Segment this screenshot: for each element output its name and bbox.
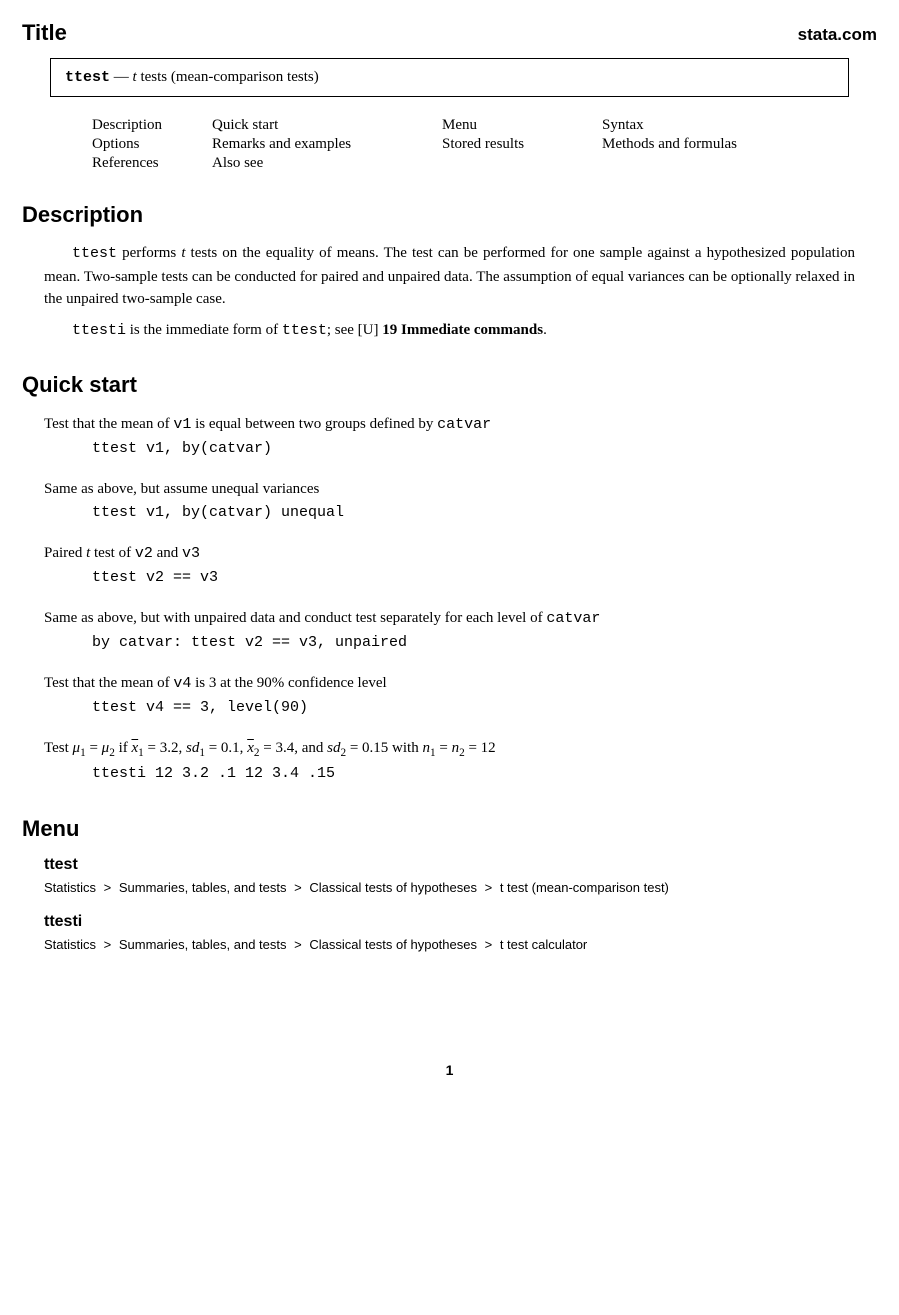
- qs-text: and: [153, 545, 182, 561]
- desc-text: performs: [117, 245, 181, 261]
- qs-text: Paired: [44, 545, 86, 561]
- toc-remarks[interactable]: Remarks and examples: [212, 136, 351, 152]
- qs-var: catvar: [437, 416, 491, 433]
- qs-text: test of: [90, 545, 135, 561]
- toc-stored[interactable]: Stored results: [442, 136, 524, 152]
- qs-text: = 12: [465, 740, 496, 756]
- toc-options[interactable]: Options: [92, 136, 140, 152]
- desc-text: is the immediate form of: [126, 322, 282, 338]
- title-dash: —: [110, 69, 133, 85]
- qs-code-6: ttesti 12 3.2 .1 12 3.4 .15: [92, 762, 855, 786]
- desc-text: ; see: [327, 322, 358, 338]
- qs-text: is equal between two groups defined by: [191, 416, 437, 432]
- qs-text: = 3.4, and: [259, 740, 327, 756]
- chevron-right-icon: >: [104, 937, 112, 952]
- menu-crumb: Summaries, tables, and tests: [119, 937, 287, 952]
- qs-text: =: [86, 740, 102, 756]
- description-p2: ttesti is the immediate form of ttest; s…: [44, 319, 855, 343]
- qs-text: is 3 at the 90% confidence level: [191, 675, 386, 691]
- qs-var: catvar: [546, 610, 600, 627]
- chevron-right-icon: >: [294, 937, 302, 952]
- qs-mu: μ: [73, 740, 81, 756]
- qs-text: = 0.1,: [205, 740, 247, 756]
- desc-cmd-ttest: ttest: [282, 322, 327, 339]
- toc-references[interactable]: References: [92, 155, 159, 171]
- qs-text: Same as above, but with unpaired data an…: [44, 610, 546, 626]
- toc-syntax[interactable]: Syntax: [602, 117, 644, 133]
- menu-path-ttesti: Statistics > Summaries, tables, and test…: [44, 937, 855, 952]
- title-cmd: ttest: [65, 69, 110, 86]
- desc-ref-link[interactable]: 19 Immediate commands: [378, 322, 543, 338]
- menu-crumb: t test calculator: [500, 937, 587, 952]
- menu-crumb: Classical tests of hypotheses: [309, 937, 477, 952]
- toc-row: Description Quick start Menu Syntax: [92, 117, 877, 134]
- qs-code-4: by catvar: ttest v2 == v3, unpaired: [92, 631, 855, 655]
- qs-text: = 3.2,: [144, 740, 186, 756]
- qs-sd: sd: [327, 740, 340, 756]
- qs-text: = 0.15 with: [346, 740, 422, 756]
- qs-text: =: [436, 740, 452, 756]
- toc-menu[interactable]: Menu: [442, 117, 477, 133]
- qs-code-3: ttest v2 == v3: [92, 566, 855, 590]
- desc-text: .: [543, 322, 547, 338]
- title-box: ttest — t tests (mean-comparison tests): [50, 58, 849, 97]
- toc-methods[interactable]: Methods and formulas: [602, 136, 737, 152]
- menu-sub-ttesti: ttesti: [44, 913, 855, 931]
- brand-link[interactable]: stata.com: [798, 25, 877, 45]
- qs-var: v1: [173, 416, 191, 433]
- qs-xbar: x: [247, 740, 254, 756]
- toc-row: Options Remarks and examples Stored resu…: [92, 136, 877, 153]
- menu-crumb: Statistics: [44, 937, 96, 952]
- qs-text: Same as above, but assume unequal varian…: [44, 481, 319, 497]
- toc: Description Quick start Menu Syntax Opti…: [92, 117, 877, 172]
- menu-path-ttest: Statistics > Summaries, tables, and test…: [44, 880, 855, 895]
- menu-crumb: Classical tests of hypotheses: [309, 880, 477, 895]
- toc-row: References Also see: [92, 155, 877, 172]
- qs-item-6: Test μ1 = μ2 if x1 = 3.2, sd1 = 0.1, x2 …: [44, 736, 855, 786]
- menu-crumb: t test (mean-comparison test): [500, 880, 669, 895]
- qs-text: Test that the mean of: [44, 416, 173, 432]
- qs-text: Test that the mean of: [44, 675, 173, 691]
- qs-n: n: [422, 740, 430, 756]
- section-description: Description: [22, 202, 877, 228]
- qs-item-4: Same as above, but with unpaired data an…: [44, 606, 855, 655]
- qs-var: v4: [173, 675, 191, 692]
- qs-text: Test: [44, 740, 73, 756]
- header-row: Title stata.com: [22, 20, 877, 46]
- qs-item-3: Paired t test of v2 and v3 ttest v2 == v…: [44, 541, 855, 590]
- chevron-right-icon: >: [294, 880, 302, 895]
- qs-code-5: ttest v4 == 3, level(90): [92, 696, 855, 720]
- qs-var: v2: [135, 545, 153, 562]
- chevron-right-icon: >: [104, 880, 112, 895]
- menu-crumb: Statistics: [44, 880, 96, 895]
- chevron-right-icon: >: [485, 937, 493, 952]
- chevron-right-icon: >: [485, 880, 493, 895]
- section-quickstart: Quick start: [22, 372, 877, 398]
- qs-item-5: Test that the mean of v4 is 3 at the 90%…: [44, 671, 855, 720]
- qs-text: if: [115, 740, 132, 756]
- qs-n: n: [452, 740, 460, 756]
- desc-ref-bracket: [U]: [358, 322, 379, 338]
- qs-item-2: Same as above, but assume unequal varian…: [44, 477, 855, 525]
- toc-quickstart[interactable]: Quick start: [212, 117, 278, 133]
- menu-crumb: Summaries, tables, and tests: [119, 880, 287, 895]
- section-menu: Menu: [22, 816, 877, 842]
- desc-cmd-ttesti: ttesti: [72, 322, 126, 339]
- toc-description[interactable]: Description: [92, 117, 162, 133]
- toc-alsosee[interactable]: Also see: [212, 155, 263, 171]
- desc-cmd: ttest: [72, 245, 117, 262]
- description-p1: ttest performs t tests on the equality o…: [44, 242, 855, 311]
- qs-var: v3: [182, 545, 200, 562]
- menu-sub-ttest: ttest: [44, 856, 855, 874]
- page-number: 1: [22, 1062, 877, 1078]
- page-title: Title: [22, 20, 67, 46]
- title-rest: tests (mean-comparison tests): [137, 69, 319, 85]
- qs-code-1: ttest v1, by(catvar): [92, 437, 855, 461]
- qs-code-2: ttest v1, by(catvar) unequal: [92, 501, 855, 525]
- qs-item-1: Test that the mean of v1 is equal betwee…: [44, 412, 855, 461]
- qs-sd: sd: [186, 740, 199, 756]
